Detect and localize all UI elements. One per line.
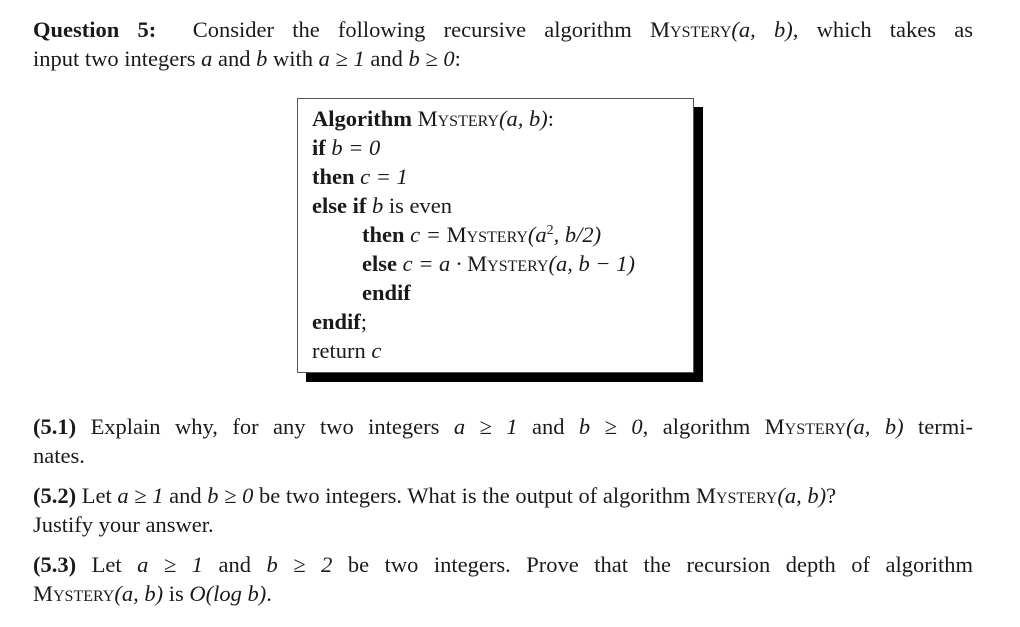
algorithm-box: Algorithm Mystery(a, b): if b = 0 then c… bbox=[297, 98, 694, 373]
algo-line-else-if: else if b is even bbox=[312, 193, 452, 218]
algo-line-then-recursive: then c = Mystery(a2, b/2) bbox=[362, 222, 602, 247]
subquestion-5-2: (5.2) Let a ≥ 1 and b ≥ 0 be two integer… bbox=[33, 483, 837, 537]
question-label: Question 5: bbox=[33, 17, 157, 42]
subquestion-label: (5.1) bbox=[33, 414, 77, 439]
subquestion-5-3: (5.3) Let a ≥ 1 and b ≥ 2 be two integer… bbox=[33, 552, 973, 606]
algo-line-endif-outer: endif; bbox=[312, 309, 368, 334]
intro-line-1: Question 5: Consider the following recur… bbox=[33, 17, 974, 42]
subquestion-label: (5.2) bbox=[33, 483, 77, 508]
intro-line-2: input two integers a and b with a ≥ 1 an… bbox=[33, 46, 461, 71]
algo-line-return: return c bbox=[312, 338, 382, 363]
algorithm-header: Algorithm Mystery(a, b): bbox=[312, 106, 554, 131]
function-name: Mystery bbox=[650, 17, 732, 42]
question-intro: Question 5: Consider the following recur… bbox=[33, 15, 973, 73]
subquestion-label: (5.3) bbox=[33, 552, 77, 577]
algo-line-else-recursive: else c = a · Mystery(a, b − 1) bbox=[362, 251, 635, 276]
subquestion-5-1: (5.1) Explain why, for any two integers … bbox=[33, 414, 973, 468]
algo-line-endif-inner: endif bbox=[362, 280, 411, 305]
algo-line-then: then c = 1 bbox=[312, 164, 408, 189]
algo-line-if: if b = 0 bbox=[312, 135, 381, 160]
